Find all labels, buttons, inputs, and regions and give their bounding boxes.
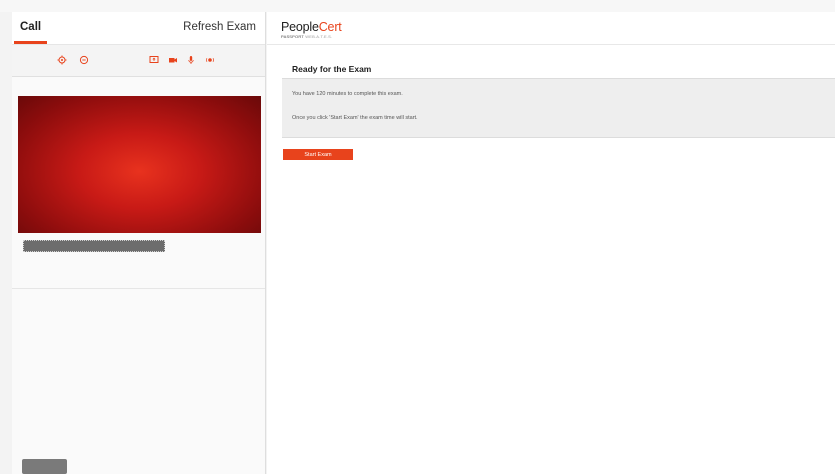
bottom-control-button[interactable]	[22, 459, 67, 474]
screen-share-icon[interactable]	[149, 55, 159, 65]
call-panel: Call Refresh Exam	[12, 12, 266, 474]
exam-panel: PeopleCert PASSPORT WEB.A.T.E.S. Ready f…	[267, 12, 835, 474]
toolbar-divider	[12, 76, 265, 77]
video-camera-icon[interactable]	[168, 55, 178, 65]
gear-icon[interactable]	[57, 55, 67, 65]
exam-start-note: Once you click 'Start Exam' the exam tim…	[292, 115, 418, 121]
call-toolbar	[12, 45, 265, 76]
recording-indicator-icon[interactable]	[205, 55, 215, 65]
refresh-exam-link[interactable]: Refresh Exam	[183, 21, 256, 33]
start-exam-button[interactable]: Start Exam	[283, 149, 353, 160]
video-preview	[18, 96, 261, 233]
exam-info-box: You have 120 minutes to complete this ex…	[282, 78, 835, 138]
panel-divider	[12, 288, 265, 289]
exam-duration-text: You have 120 minutes to complete this ex…	[292, 91, 403, 97]
microphone-icon[interactable]	[186, 55, 196, 65]
call-tab-bar: Call Refresh Exam	[12, 12, 265, 45]
peoplecert-logo: PeopleCert PASSPORT WEB.A.T.E.S.	[281, 20, 342, 39]
page-title: Ready for the Exam	[292, 64, 372, 74]
tab-call-active-indicator	[14, 41, 47, 44]
window-top-strip	[0, 0, 835, 12]
tab-call[interactable]: Call	[20, 21, 41, 33]
exam-header: PeopleCert PASSPORT WEB.A.T.E.S.	[267, 12, 835, 45]
participant-name-label	[23, 240, 165, 252]
chat-icon[interactable]	[79, 55, 89, 65]
